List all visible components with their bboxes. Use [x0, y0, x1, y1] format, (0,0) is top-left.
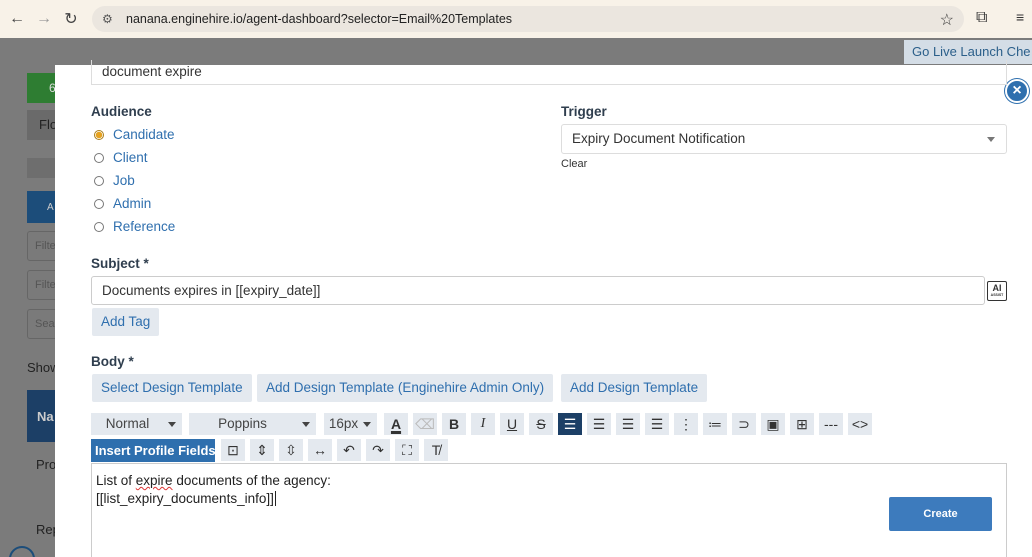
- code-view-icon[interactable]: <>: [848, 413, 872, 435]
- ai-assist-icon[interactable]: AI ASSIST: [987, 281, 1007, 301]
- subject-input[interactable]: Documents expires in [[expiry_date]]: [91, 276, 985, 305]
- chevron-down-icon: [363, 422, 371, 427]
- close-icon[interactable]: ×: [1005, 79, 1029, 103]
- radio-label: Job: [113, 173, 135, 188]
- strikethrough-icon[interactable]: S: [529, 413, 553, 435]
- subject-label: Subject *: [91, 256, 149, 271]
- image-icon[interactable]: ▣: [761, 413, 785, 435]
- radio-checked-icon[interactable]: [94, 129, 104, 140]
- numbered-list-icon[interactable]: ≔: [703, 413, 727, 435]
- body-label: Body *: [91, 354, 134, 369]
- bookmark-star-icon[interactable]: ☆: [940, 10, 954, 30]
- bg-green-button: 6: [27, 73, 57, 103]
- reload-icon[interactable]: ↻: [57, 5, 85, 33]
- select-all-icon[interactable]: ⊡: [221, 439, 245, 461]
- add-design-template-admin-button[interactable]: Add Design Template (Enginehire Admin On…: [257, 374, 554, 402]
- add-tag-button[interactable]: Add Tag: [92, 308, 160, 336]
- insert-profile-fields-button[interactable]: Insert Profile Fields: [91, 439, 216, 462]
- chevron-down-icon: [302, 422, 310, 427]
- template-name-input[interactable]: document expire: [91, 60, 1007, 85]
- bold-icon[interactable]: B: [442, 413, 466, 435]
- audience-label: Audience: [91, 104, 152, 119]
- browser-toolbar: ← → ↻ ⚙ nanana.enginehire.io/agent-dashb…: [0, 0, 1032, 38]
- undo-icon[interactable]: ↶: [337, 439, 361, 461]
- fullscreen-icon[interactable]: ⛶: [395, 439, 419, 461]
- select-design-template-button[interactable]: Select Design Template: [92, 374, 252, 402]
- bg-strip: [27, 158, 57, 178]
- font-value: Poppins: [218, 416, 267, 431]
- address-bar[interactable]: ⚙ nanana.enginehire.io/agent-dashboard?s…: [92, 6, 964, 32]
- audience-option-reference[interactable]: Reference: [94, 219, 175, 234]
- align-center-icon[interactable]: ☰: [587, 413, 611, 435]
- highlight-color-icon[interactable]: ⌫: [413, 413, 437, 435]
- bg-table-header: Na: [27, 390, 57, 442]
- format-value: Normal: [105, 416, 150, 431]
- create-button[interactable]: Create: [889, 497, 992, 531]
- trigger-value: Expiry Document Notification: [572, 131, 746, 146]
- radio-icon[interactable]: [94, 175, 104, 186]
- collapse-vertical-icon[interactable]: ⇳: [279, 439, 303, 461]
- italic-icon[interactable]: I: [471, 413, 495, 435]
- expand-vertical-icon[interactable]: ⇕: [250, 439, 274, 461]
- bg-row-label: Pro: [36, 457, 57, 472]
- horizontal-rule-icon[interactable]: ---: [819, 413, 843, 435]
- radio-label: Reference: [113, 219, 176, 234]
- redo-icon[interactable]: ↷: [366, 439, 390, 461]
- site-settings-icon[interactable]: ⚙: [102, 12, 120, 26]
- body-line: [[list_expiry_documents_info]]: [96, 490, 1002, 508]
- text-cursor: [274, 491, 276, 506]
- body-line: List of expire documents of the agency:: [96, 472, 1002, 490]
- clear-trigger-link[interactable]: Clear: [561, 158, 587, 170]
- bullet-list-icon[interactable]: ⋮: [674, 413, 698, 435]
- misspelled-word: expire: [135, 473, 173, 488]
- chevron-down-icon: [987, 137, 995, 142]
- ai-assist-label: AI: [992, 283, 1002, 293]
- body-text: List of: [96, 473, 136, 488]
- back-icon[interactable]: ←: [3, 5, 31, 33]
- extensions-icon[interactable]: ⧉: [976, 9, 987, 27]
- align-right-icon[interactable]: ☰: [616, 413, 640, 435]
- forward-icon[interactable]: →: [30, 5, 58, 33]
- format-select[interactable]: Normal: [91, 413, 182, 435]
- align-left-icon[interactable]: ☰: [558, 413, 582, 435]
- table-icon[interactable]: ⊞: [790, 413, 814, 435]
- text-color-icon[interactable]: A: [384, 413, 408, 435]
- body-text: documents of the agency:: [172, 473, 331, 488]
- body-editor[interactable]: List of expire documents of the agency: …: [91, 463, 1007, 557]
- bg-blue-button: A: [27, 191, 57, 223]
- clear-format-icon[interactable]: T̸: [424, 439, 448, 461]
- underline-icon[interactable]: U: [500, 413, 524, 435]
- radio-icon[interactable]: [94, 152, 104, 163]
- size-select[interactable]: 16px: [324, 413, 377, 435]
- audience-option-candidate[interactable]: Candidate: [94, 127, 175, 142]
- radio-label: Candidate: [113, 127, 175, 142]
- add-design-template-button[interactable]: Add Design Template: [561, 374, 708, 402]
- bg-search-input: Sea: [27, 309, 57, 339]
- expand-horizontal-icon[interactable]: ↔: [308, 439, 332, 461]
- audience-option-client[interactable]: Client: [94, 150, 148, 165]
- browser-menu-icon[interactable]: ≡: [1016, 9, 1024, 25]
- radio-label: Client: [113, 150, 148, 165]
- trigger-label: Trigger: [561, 104, 607, 119]
- align-justify-icon[interactable]: ☰: [645, 413, 669, 435]
- bg-filter-input: Filte: [27, 270, 57, 300]
- bg-filter-input: Filte: [27, 231, 57, 261]
- ai-assist-sub: ASSIST: [990, 293, 1004, 297]
- radio-label: Admin: [113, 196, 152, 211]
- radio-icon[interactable]: [94, 198, 104, 209]
- font-select[interactable]: Poppins: [189, 413, 316, 435]
- trigger-select[interactable]: Expiry Document Notification: [561, 124, 1007, 154]
- size-value: 16px: [328, 416, 359, 431]
- url-text: nanana.enginehire.io/agent-dashboard?sel…: [126, 12, 513, 26]
- audience-option-job[interactable]: Job: [94, 173, 135, 188]
- audience-option-admin[interactable]: Admin: [94, 196, 151, 211]
- chevron-down-icon: [168, 422, 176, 427]
- radio-icon[interactable]: [94, 221, 104, 232]
- bg-flow-button: Flo: [27, 110, 57, 140]
- body-placeholder-tag: [[list_expiry_documents_info]]: [96, 491, 274, 506]
- link-icon[interactable]: ⊃: [732, 413, 756, 435]
